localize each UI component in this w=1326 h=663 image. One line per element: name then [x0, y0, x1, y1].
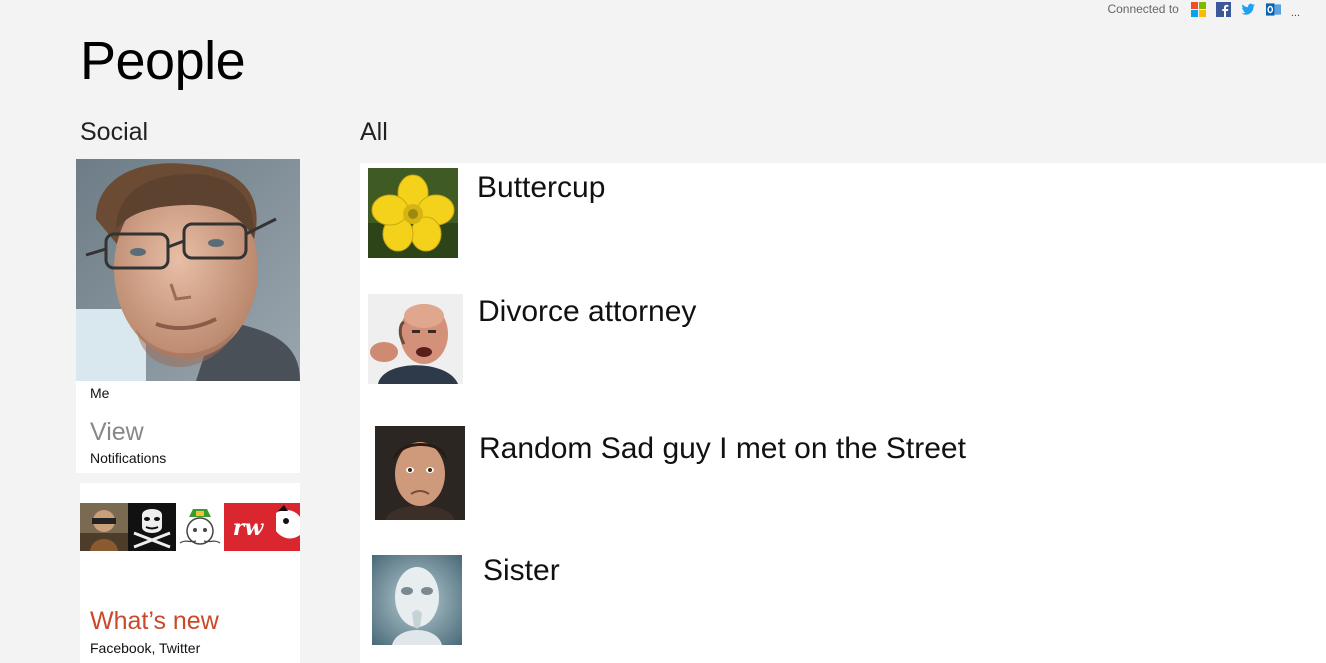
- page-title: People: [80, 31, 246, 91]
- contact-avatar-buttercup: [368, 168, 458, 258]
- contact-name: Buttercup: [477, 171, 606, 204]
- contact-avatar-sister: [372, 555, 462, 645]
- section-title-social[interactable]: Social: [80, 118, 148, 147]
- section-title-all[interactable]: All: [360, 118, 388, 147]
- facebook-icon[interactable]: [1215, 1, 1231, 17]
- contact-name: Sister: [483, 554, 560, 587]
- me-photo: [76, 159, 300, 381]
- contact-avatar-divorce-attorney: [368, 294, 463, 384]
- contact-name: Random Sad guy I met on the Street: [479, 432, 966, 465]
- whats-new-tile[interactable]: rw What’s new Facebook, Twitter: [80, 483, 300, 663]
- me-tile[interactable]: Me View Notifications: [76, 159, 300, 473]
- feed-avatar-4-text: rw: [233, 515, 265, 541]
- feed-avatar-4: rw: [224, 503, 272, 551]
- feed-avatar-1: [80, 503, 128, 551]
- people-app: Connected to ... People Social All Me Vi…: [0, 0, 1326, 663]
- all-contacts-list: Buttercup Divorce attorney Random Sad gu…: [360, 163, 1326, 663]
- more-services-button[interactable]: ...: [1291, 8, 1300, 19]
- whats-new-sources: Facebook, Twitter: [90, 640, 201, 656]
- feed-avatar-2: [128, 503, 176, 551]
- microsoft-icon[interactable]: [1190, 1, 1206, 17]
- view-notifications-link[interactable]: View: [90, 418, 144, 447]
- outlook-icon[interactable]: [1265, 2, 1281, 17]
- twitter-icon[interactable]: [1241, 2, 1256, 17]
- contact-name: Divorce attorney: [478, 295, 697, 328]
- notifications-label: Notifications: [90, 450, 167, 466]
- contact-item[interactable]: Divorce attorney: [360, 288, 1326, 398]
- contact-item[interactable]: Random Sad guy I met on the Street: [360, 423, 1326, 533]
- whats-new-title[interactable]: What’s new: [90, 607, 219, 636]
- feed-avatar-5: [272, 503, 300, 551]
- contact-avatar-random-sad-guy: [375, 426, 465, 520]
- feed-avatar-3: [176, 503, 224, 551]
- connected-services-bar: Connected to ...: [1107, 0, 1300, 19]
- whats-new-avatars: rw: [80, 503, 300, 551]
- contact-item[interactable]: Sister: [360, 548, 1326, 658]
- connected-label: Connected to: [1107, 2, 1179, 16]
- contact-item[interactable]: Buttercup: [360, 163, 1326, 273]
- me-name-label: Me: [90, 385, 110, 401]
